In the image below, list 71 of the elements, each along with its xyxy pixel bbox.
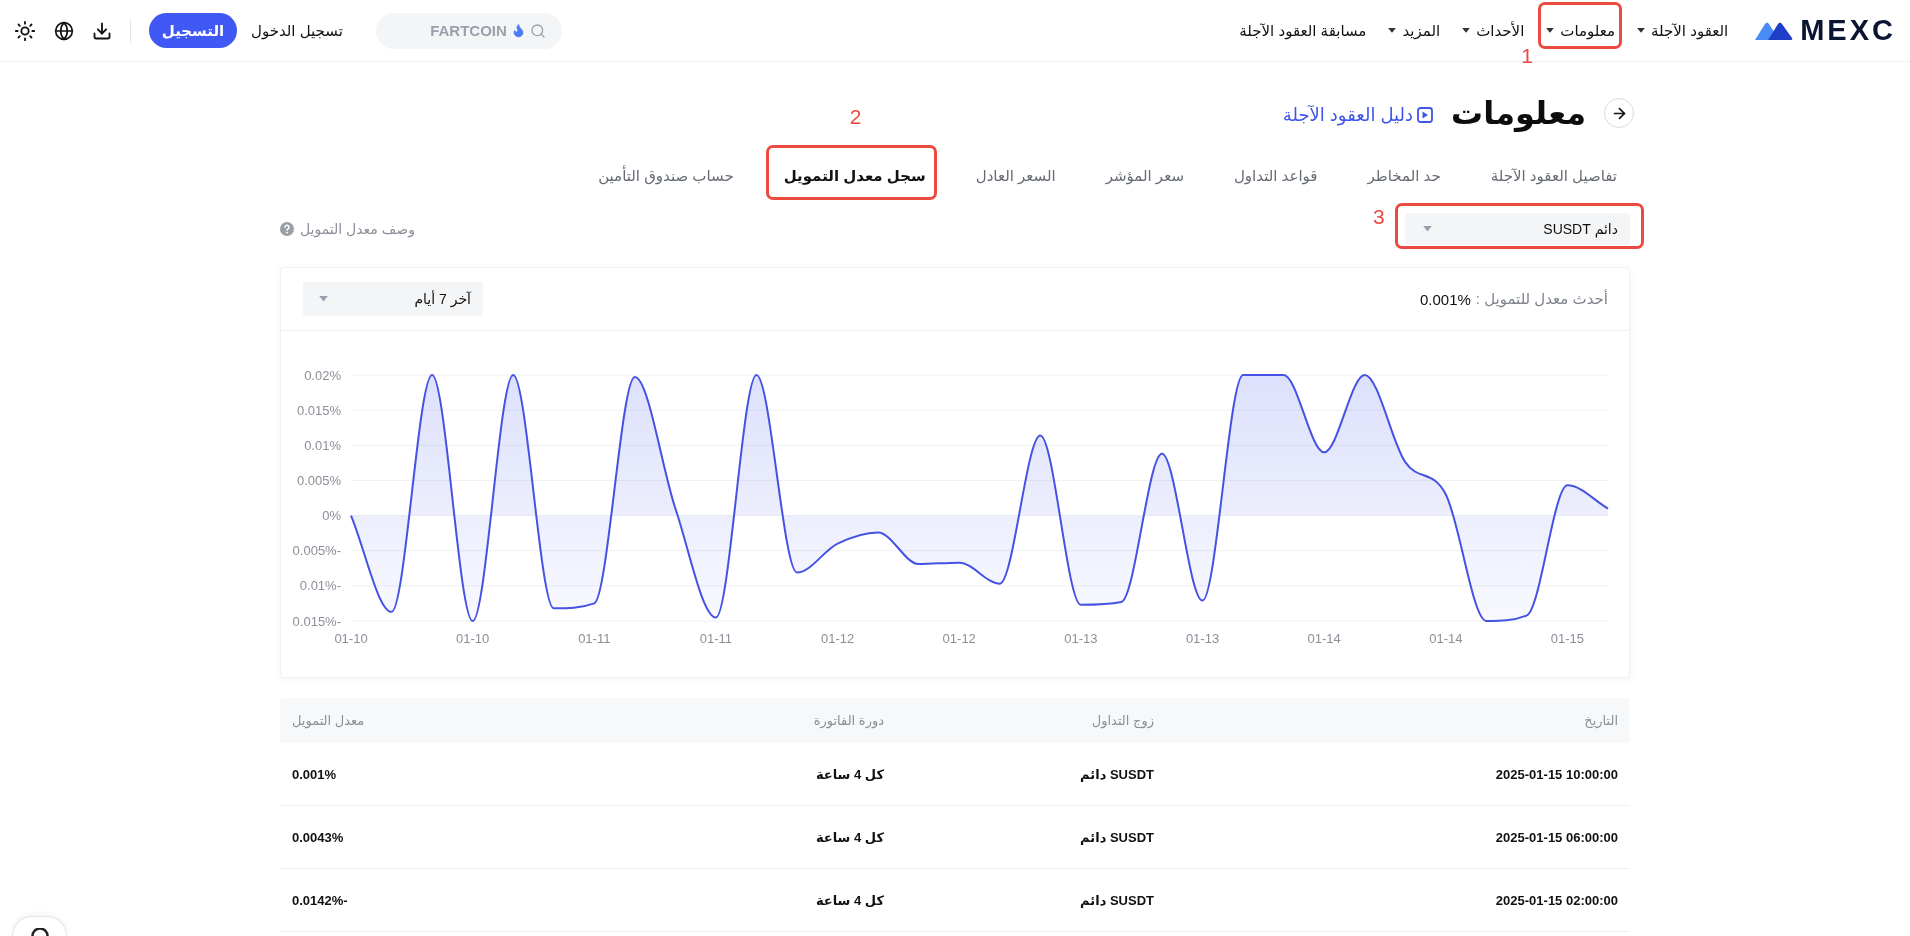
globe-icon[interactable] (54, 20, 74, 41)
tab[interactable]: سجل معدل التمويل (783, 166, 926, 186)
y-axis-label: 0.01% (304, 437, 341, 453)
tab[interactable]: تفاصيل العقود الآجلة (1490, 166, 1617, 186)
table-cell-text: كل 4 ساعة (814, 766, 885, 782)
x-axis-label: 01-11 (578, 631, 611, 646)
table-cell-text: 2025-01-15 02:00:00 (1494, 892, 1619, 908)
x-axis-label: 01-10 (334, 631, 368, 646)
x-axis-label: 01-10 (456, 631, 490, 646)
x-axis-label: 01-12 (820, 631, 855, 646)
column-header: التاريخ (1583, 713, 1619, 728)
y-axis-label: 0.01%- (299, 578, 341, 594)
play-icon (1417, 107, 1433, 123)
tab[interactable]: السعر العادل (975, 166, 1056, 186)
table-cell-text: 2025-01-15 10:00:00 (1494, 766, 1619, 782)
y-axis-label: 0.02% (304, 367, 341, 383)
arc-icon (30, 928, 49, 936)
x-axis-label: 01-15 (1550, 631, 1585, 646)
tab[interactable]: سعر المؤشر (1105, 166, 1184, 186)
logo-text[interactable]: MEXC (1800, 16, 1896, 45)
table-cell-text: كل 4 ساعة (814, 829, 885, 845)
column-header: معدل التمويل (291, 713, 366, 728)
latest-rate-label: أحدث معدل للتمويل : (1475, 290, 1608, 308)
nav-menu-item[interactable]: العقود الآجلة (1637, 20, 1729, 41)
nav-menu-item[interactable]: المزيد (1388, 20, 1441, 41)
table-cell-text: كل 4 ساعة (814, 892, 885, 908)
x-axis-label: 01-11 (699, 631, 733, 646)
y-axis-label: 0.015%- (292, 613, 341, 629)
table-cell-text: 2025-01-15 06:00:00 (1494, 829, 1619, 845)
search-input[interactable]: FARTCOIN (410, 22, 507, 39)
support-button[interactable] (12, 916, 67, 936)
back-button[interactable] (1604, 98, 1634, 128)
download-icon[interactable] (92, 20, 112, 41)
x-axis-label: 01-13 (1185, 631, 1220, 646)
callout-number: 3 (1373, 206, 1385, 227)
guide-link[interactable]: دليل العقود الآجلة (1282, 104, 1433, 126)
table-cell-text: SUSDT دائم (1079, 892, 1155, 908)
x-axis-label: 01-14 (1429, 631, 1463, 646)
contract-select[interactable]: دائم SUSDT (1405, 213, 1630, 245)
table-cell-text: SUSDT دائم (1079, 766, 1155, 782)
help-icon (280, 222, 294, 236)
x-axis-label: 01-13 (1064, 631, 1098, 646)
period-select[interactable]: آخر 7 أيام (303, 282, 483, 316)
tab[interactable]: حساب صندوق التأمين (598, 166, 734, 186)
y-axis-label: 0.015% (296, 402, 341, 418)
table-cell-text: 0.0142%- (291, 892, 349, 908)
table-cell-text: 0.001% (291, 766, 338, 782)
table-cell-text: SUSDT دائم (1079, 829, 1155, 845)
x-axis-label: 01-12 (942, 631, 976, 646)
caret-icon (1423, 226, 1432, 232)
y-axis-label: 0.005% (296, 472, 341, 488)
y-axis-label: 0% (322, 508, 341, 524)
table-cell-text: 0.0043% (291, 829, 345, 845)
register-button[interactable]: التسجيل (149, 13, 237, 48)
latest-rate-value: 0.001% (1419, 290, 1471, 308)
x-axis-label: 01-14 (1307, 631, 1341, 646)
callout-number: 2 (849, 106, 862, 127)
column-header: زوج التداول (1090, 713, 1155, 728)
flame-icon (510, 23, 526, 38)
login-button[interactable]: تسجيل الدخول (251, 21, 343, 40)
nav-menu-item[interactable]: معلومات (1546, 20, 1616, 41)
search-icon (529, 22, 546, 39)
nav-menu-item[interactable]: الأحداث (1462, 20, 1525, 41)
caret-icon (319, 296, 328, 302)
column-header: دورة الفاتورة (812, 713, 885, 728)
y-axis-label: 0.005%- (292, 543, 341, 559)
tab[interactable]: قواعد التداول (1233, 166, 1318, 186)
sun-icon[interactable] (14, 19, 36, 42)
tab[interactable]: حد المخاطر (1367, 166, 1441, 186)
callout-number: 1 (1521, 44, 1533, 66)
nav-menu-item[interactable]: مسابقة العقود الآجلة (1239, 20, 1367, 41)
